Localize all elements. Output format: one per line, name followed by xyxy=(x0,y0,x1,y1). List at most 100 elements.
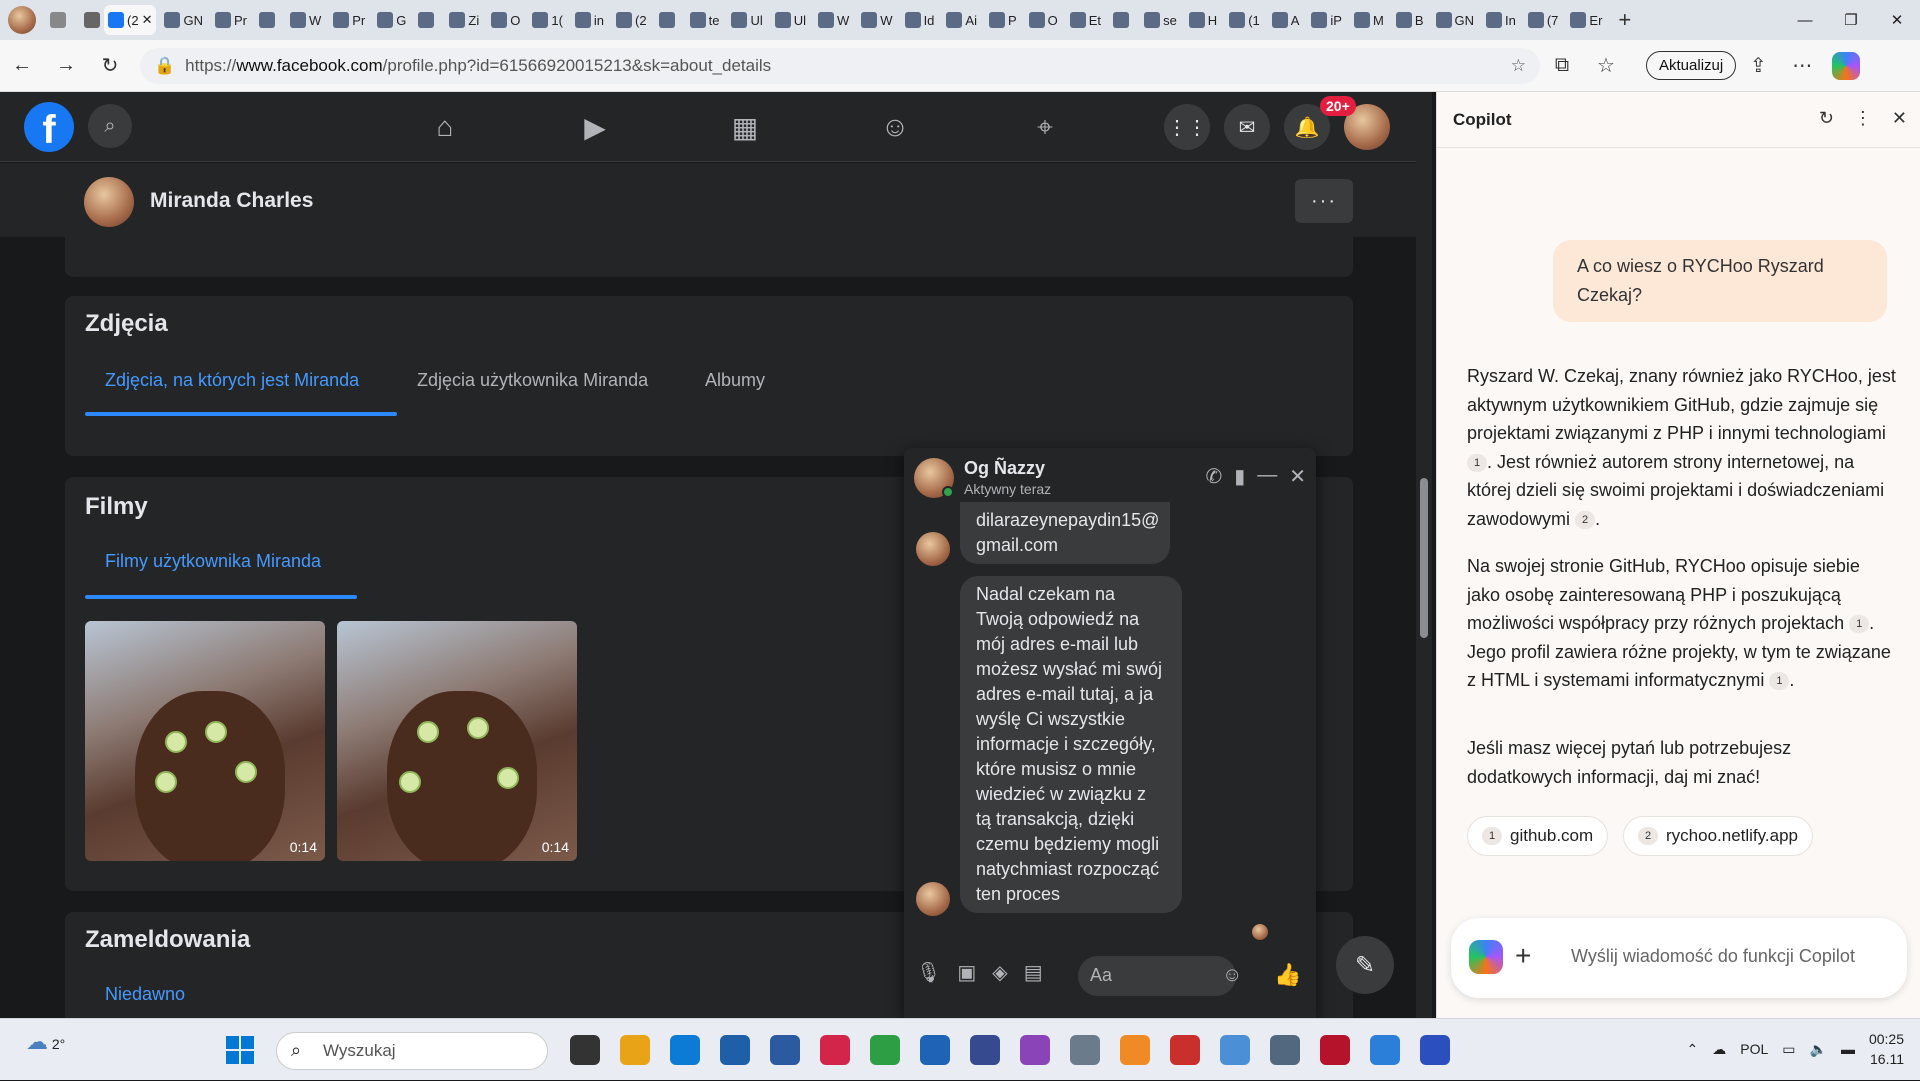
more-icon[interactable]: ⋮ xyxy=(1854,108,1872,129)
browser-tab[interactable]: iP xyxy=(1307,5,1346,35)
taskbar-app-icon[interactable] xyxy=(1370,1035,1400,1065)
tab-recent[interactable]: Niedawno xyxy=(105,984,185,1005)
forward-icon[interactable]: → xyxy=(44,48,88,84)
browser-tab[interactable]: Ul xyxy=(771,5,810,35)
browser-tab[interactable]: te xyxy=(686,5,724,35)
browser-tab[interactable] xyxy=(1109,5,1136,35)
tab-photos-of-miranda[interactable]: Zdjęcia, na których jest Miranda xyxy=(105,370,359,391)
copilot-input-box[interactable]: + Wyślij wiadomość do funkcji Copilot xyxy=(1451,918,1907,998)
taskbar-app-icon[interactable] xyxy=(1120,1035,1150,1065)
extensions-icon[interactable]: ⧉ xyxy=(1540,48,1584,84)
taskbar-app-icon[interactable] xyxy=(1020,1035,1050,1065)
taskbar-app-icon[interactable] xyxy=(720,1035,750,1065)
taskbar-app-icon[interactable] xyxy=(870,1035,900,1065)
video-icon[interactable]: ▶ xyxy=(520,92,670,162)
minimize-chat-icon[interactable]: — xyxy=(1257,464,1277,489)
taskbar-app-icon[interactable] xyxy=(1170,1035,1200,1065)
taskbar-app-icon[interactable] xyxy=(970,1035,1000,1065)
browser-tab[interactable]: G xyxy=(373,5,410,35)
close-icon[interactable]: ✕ xyxy=(1892,108,1907,129)
browser-tab[interactable]: P xyxy=(985,5,1021,35)
browser-tab[interactable]: In xyxy=(1482,5,1520,35)
search-icon[interactable]: ⌕ xyxy=(88,104,132,148)
chat-contact-name[interactable]: Og Ñazzy xyxy=(964,458,1045,479)
refresh-icon[interactable]: ↻ xyxy=(88,48,132,84)
back-icon[interactable]: ← xyxy=(0,48,44,84)
browser-tab[interactable]: B xyxy=(1392,5,1428,35)
profile-avatar[interactable] xyxy=(84,177,134,227)
taskbar-app-icon[interactable] xyxy=(1420,1035,1450,1065)
chevron-up-icon[interactable]: ⌃ xyxy=(1687,1041,1699,1058)
taskbar-app-icon[interactable] xyxy=(920,1035,950,1065)
tab-films-by-miranda[interactable]: Filmy użytkownika Miranda xyxy=(105,551,321,572)
new-message-icon[interactable]: ✎ xyxy=(1336,936,1394,994)
chat-scrollbar[interactable] xyxy=(1296,518,1306,938)
taskbar-search[interactable]: ⌕ Wyszukaj xyxy=(276,1032,548,1070)
close-window-icon[interactable]: ✕ xyxy=(1874,0,1920,40)
emoji-icon[interactable]: ☺ xyxy=(1222,964,1242,987)
close-chat-icon[interactable]: ✕ xyxy=(1289,464,1306,489)
taskbar-app-icon[interactable] xyxy=(620,1035,650,1065)
workspaces-icon[interactable] xyxy=(50,12,66,28)
taskbar-app-icon[interactable] xyxy=(1270,1035,1300,1065)
tab-active-facebook[interactable]: (2 ✕ xyxy=(104,5,157,35)
taskbar-app-icon[interactable] xyxy=(1320,1035,1350,1065)
volume-icon[interactable]: 🔈 xyxy=(1810,1041,1827,1058)
video-thumbnail[interactable]: 0:14 xyxy=(85,621,325,861)
copilot-input-placeholder[interactable]: Wyślij wiadomość do funkcji Copilot xyxy=(1571,946,1855,967)
messenger-icon[interactable]: ✉ xyxy=(1224,104,1270,150)
add-attachment-icon[interactable]: + xyxy=(1515,940,1531,972)
taskbar-app-icon[interactable] xyxy=(1220,1035,1250,1065)
copilot-toggle-icon[interactable] xyxy=(1832,51,1861,80)
browser-tab[interactable]: (2 xyxy=(612,5,651,35)
image-icon[interactable]: ▣ xyxy=(957,960,976,985)
refresh-icon[interactable]: ↻ xyxy=(1819,108,1834,129)
more-options-button[interactable]: ··· xyxy=(1295,179,1353,223)
browser-tab[interactable] xyxy=(414,5,441,35)
taskbar-app-icon[interactable] xyxy=(820,1035,850,1065)
page-scrollbar[interactable] xyxy=(1416,92,1432,1018)
facebook-logo[interactable]: f xyxy=(24,102,74,152)
gif-icon[interactable]: ▤ xyxy=(1024,960,1043,985)
browser-tab[interactable]: H xyxy=(1185,5,1221,35)
browser-tab[interactable]: Zi xyxy=(445,5,483,35)
phone-icon[interactable]: ✆ xyxy=(1205,464,1222,489)
groups-icon[interactable]: ☺ xyxy=(820,92,970,162)
gaming-icon[interactable]: ⌖ xyxy=(970,92,1120,162)
like-icon[interactable]: 👍 xyxy=(1274,962,1301,988)
browser-tab[interactable]: Pr xyxy=(211,5,251,35)
menu-icon[interactable]: ⋯ xyxy=(1780,48,1824,84)
language-indicator[interactable]: POL xyxy=(1740,1041,1768,1057)
browser-tab[interactable]: Et xyxy=(1066,5,1105,35)
browser-profile-avatar[interactable] xyxy=(8,6,36,34)
browser-tab[interactable]: 1( xyxy=(528,5,567,35)
citation[interactable]: 1 xyxy=(1467,453,1487,472)
citation[interactable]: 2 xyxy=(1575,510,1596,529)
favorites-icon[interactable]: ☆ xyxy=(1584,48,1628,84)
start-icon[interactable] xyxy=(226,1036,254,1064)
taskbar-app-icon[interactable] xyxy=(570,1035,600,1065)
maximize-icon[interactable]: ❐ xyxy=(1828,0,1874,40)
taskbar-app-icon[interactable] xyxy=(770,1035,800,1065)
browser-tab[interactable]: A xyxy=(1268,5,1304,35)
update-button[interactable]: Aktualizuj xyxy=(1646,51,1737,80)
citation[interactable]: 1 xyxy=(1849,615,1870,634)
video-call-icon[interactable]: ▮ xyxy=(1234,464,1245,489)
browser-tab[interactable]: O xyxy=(487,5,524,35)
browser-tab[interactable]: O xyxy=(1025,5,1062,35)
onedrive-icon[interactable]: ☁ xyxy=(1712,1041,1726,1058)
browser-tab[interactable] xyxy=(655,5,682,35)
close-tab-icon[interactable]: ✕ xyxy=(142,12,153,28)
taskbar-app-icon[interactable] xyxy=(1070,1035,1100,1065)
sticker-icon[interactable]: ◈ xyxy=(992,960,1007,985)
browser-tab[interactable] xyxy=(255,5,282,35)
source-chip[interactable]: 2 rychoo.netlify.app xyxy=(1623,816,1813,856)
weather-widget[interactable]: ☁ 2° xyxy=(26,1029,65,1055)
browser-tab[interactable]: (1 xyxy=(1225,5,1264,35)
menu-grid-icon[interactable]: ⋮⋮ xyxy=(1164,104,1210,150)
home-icon[interactable]: ⌂ xyxy=(370,92,520,162)
tab-albums[interactable]: Albumy xyxy=(705,370,765,391)
microphone-icon[interactable]: 🎙 xyxy=(916,960,941,985)
share-icon[interactable]: ⇪ xyxy=(1736,48,1780,84)
browser-tab[interactable]: Pr xyxy=(329,5,369,35)
